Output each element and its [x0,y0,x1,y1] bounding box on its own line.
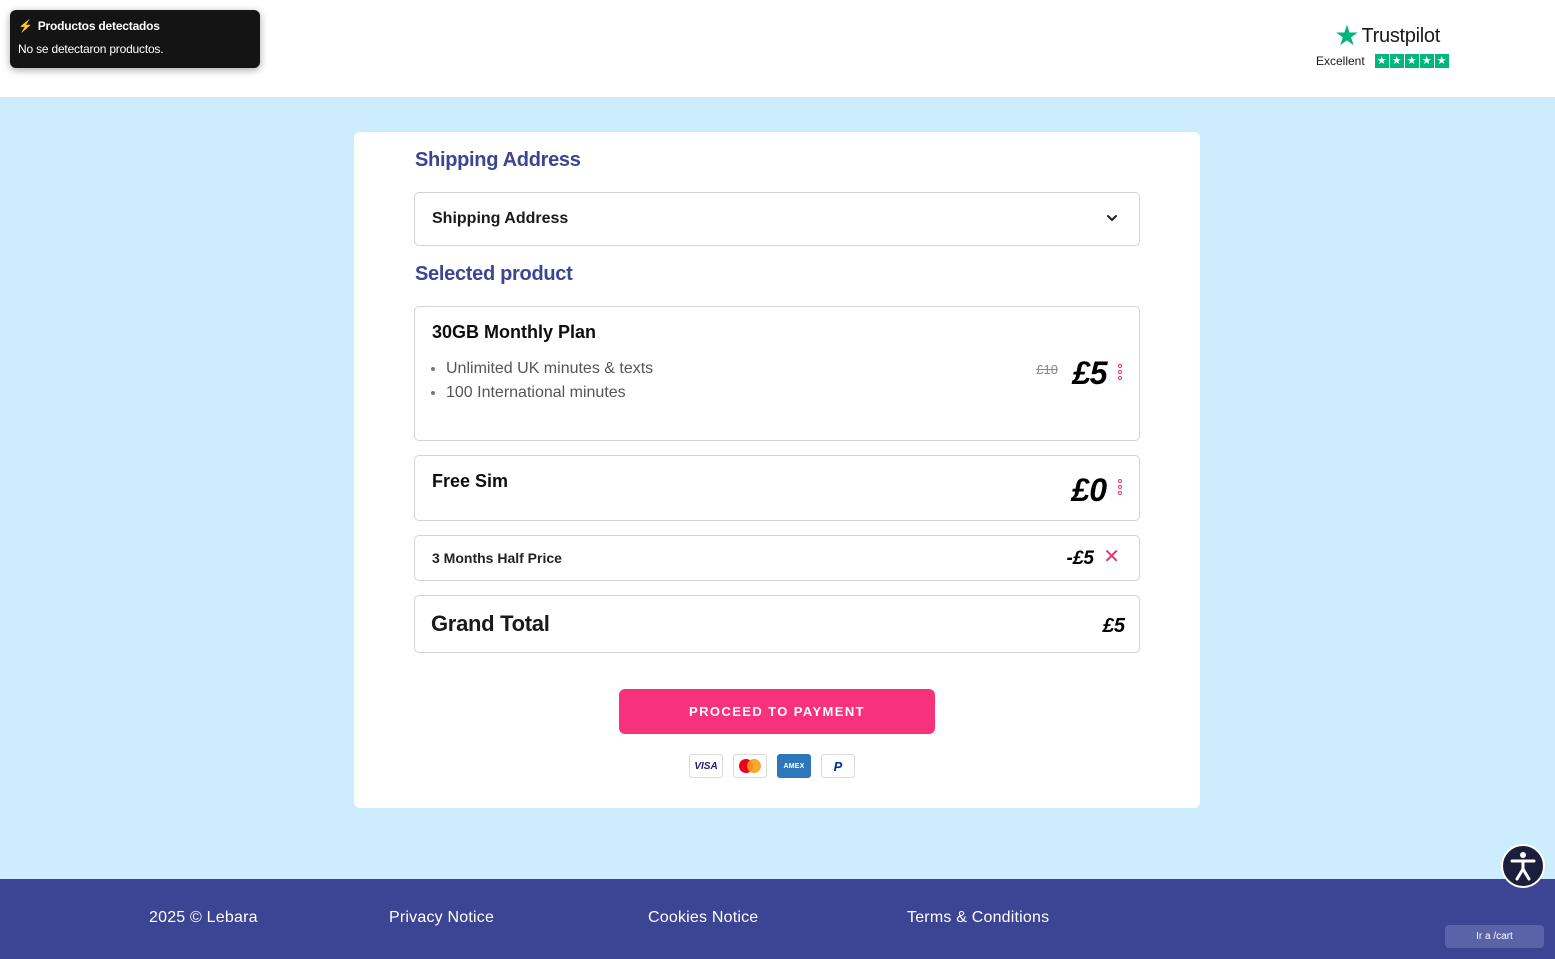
grand-total-label: Grand Total [431,611,550,636]
grand-total-amount: £5 [1102,615,1125,637]
proceed-to-payment-button[interactable]: PROCEED TO PAYMENT [619,689,935,734]
plan-feature: 100 International minutes [446,381,653,405]
sim-item: Free Sim £0 [414,455,1140,521]
promo-name: 3 Months Half Price [432,550,562,566]
trustpilot-widget[interactable]: ★ Trustpilot Excellent ★ ★ ★ ★ ★ [1316,22,1456,72]
lightning-icon: ⚡ [18,19,33,33]
footer-copyright: 2025 © Lebara [149,909,258,926]
sim-name: Free Sim [432,471,509,491]
checkout-card: Shipping Address Shipping Address Select… [354,132,1200,808]
sim-price: £0 [1071,472,1107,508]
plan-feature: Unlimited UK minutes & texts [446,357,653,381]
site-header: ⚡ Productos detectados No se detectaron … [0,0,1555,97]
shipping-address-heading: Shipping Address [415,149,581,171]
trustpilot-logo-text: Trustpilot [1361,24,1440,47]
go-to-cart-button[interactable]: Ir a /cart [1445,925,1544,948]
chevron-down-icon [1107,215,1117,221]
visa-icon: VISA [689,754,723,778]
star-icon: ★ [1389,54,1404,68]
sim-more-options-icon[interactable] [1117,479,1123,495]
mastercard-icon [733,754,767,778]
star-icon: ★ [1419,54,1434,68]
plan-features: Unlimited UK minutes & texts 100 Interna… [446,357,653,405]
payment-methods: VISA AMEX P [689,754,855,778]
shipping-address-select-value: Shipping Address [432,210,569,227]
footer-link-privacy[interactable]: Privacy Notice [389,909,494,927]
footer-link-cookies[interactable]: Cookies Notice [648,909,758,927]
toast-message: No se detectaron productos. [18,42,164,56]
accessibility-button[interactable] [1501,844,1545,888]
plan-item: 30GB Monthly Plan Unlimited UK minutes &… [414,306,1140,441]
promo-item: 3 Months Half Price -£5 ✕ [414,535,1140,581]
plan-name: 30GB Monthly Plan [432,322,597,342]
plan-price: £5 [1072,355,1107,391]
trustpilot-stars: ★ ★ ★ ★ ★ [1374,54,1449,68]
paypal-icon: P [821,754,855,778]
star-icon: ★ [1434,54,1449,68]
grand-total-row: Grand Total £5 [414,595,1140,653]
plan-more-options-icon[interactable] [1117,364,1123,380]
shipping-address-select[interactable]: Shipping Address [414,192,1140,246]
plan-old-price: £10 [1036,362,1058,377]
accessibility-icon [1510,852,1536,881]
promo-discount: -£5 [1066,548,1094,569]
site-footer: 2025 © Lebara Privacy Notice Cookies Not… [0,879,1555,959]
star-icon: ★ [1404,54,1419,68]
trustpilot-star-icon: ★ [1334,20,1360,51]
toast-title: ⚡ Productos detectados [18,19,252,33]
toast-title-text: Productos detectados [37,19,160,33]
selected-product-heading: Selected product [415,263,573,285]
amex-icon: AMEX [777,754,811,778]
products-detected-toast: ⚡ Productos detectados No se detectaron … [10,10,260,68]
star-icon: ★ [1374,54,1389,68]
remove-promo-icon[interactable]: ✕ [1103,545,1120,569]
trustpilot-rating-label: Excellent [1316,54,1365,68]
footer-link-terms[interactable]: Terms & Conditions [907,909,1049,927]
